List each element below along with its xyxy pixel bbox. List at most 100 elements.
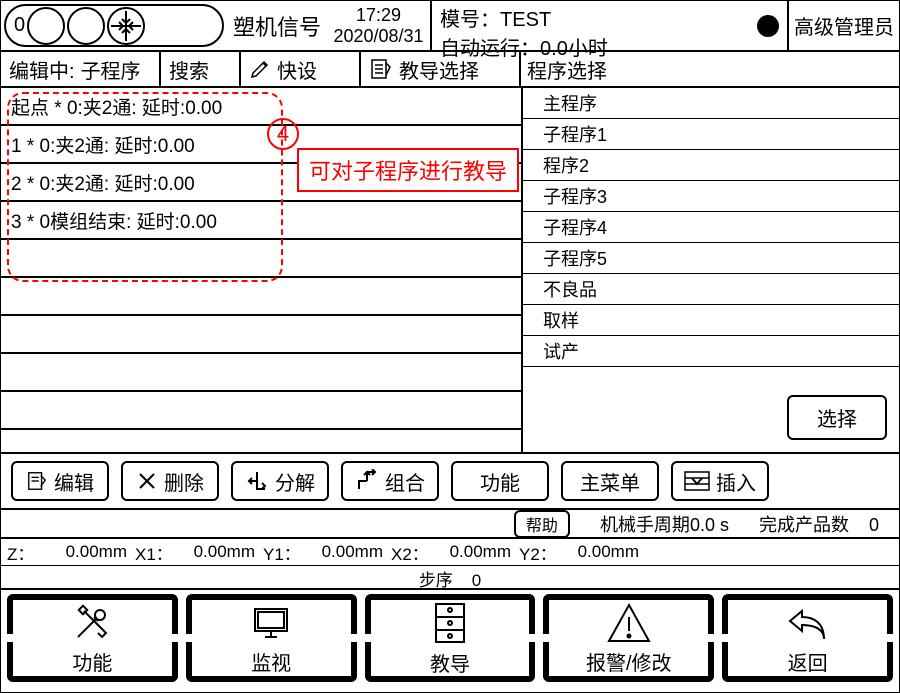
mode-value: TEST	[500, 9, 551, 31]
select-button[interactable]: 选择	[787, 395, 887, 440]
quickset-label: 快设	[277, 55, 317, 84]
main-menu-button[interactable]: 主菜单	[561, 461, 659, 501]
nav-monitor[interactable]: 监视	[186, 594, 357, 682]
edit-icon	[26, 470, 48, 492]
role-label: 高级管理员	[787, 1, 899, 50]
z-label: Z：	[7, 540, 41, 565]
nav-back[interactable]: 返回	[722, 594, 893, 682]
insert-icon	[684, 471, 710, 491]
decompose-button[interactable]: 分解	[231, 461, 329, 501]
search-button[interactable]: 搜索	[161, 52, 241, 86]
y2-label: Y2：	[519, 540, 553, 565]
nav-teach[interactable]: 教导	[365, 594, 536, 682]
side-item[interactable]: 子程序5	[523, 243, 899, 274]
x1-value: 0.00mm	[169, 542, 263, 562]
program-list: 起点 * 0:夹2通: 延时:0.00 1 * 0:夹2通: 延时:0.00 2…	[1, 88, 521, 452]
header-bar: 0 塑机信号 17:29 2020/08/31 模号：TEST 自动运行：0.0…	[1, 1, 899, 52]
x2-label: X2：	[391, 540, 425, 565]
side-item[interactable]: 主程序	[523, 88, 899, 119]
combine-icon	[355, 469, 379, 493]
step-value: 0	[472, 571, 481, 590]
nav-monitor-label: 监视	[251, 647, 291, 676]
status-widget: 0	[4, 4, 224, 47]
side-title: 程序选择	[521, 52, 899, 86]
date: 2020/08/31	[327, 26, 430, 47]
program-row[interactable]: 起点 * 0:夹2通: 延时:0.00	[1, 88, 521, 126]
action-button-row: 编辑 删除 分解 组合 功能 主菜单 插入	[1, 452, 899, 510]
decompose-icon	[245, 469, 269, 493]
nav-alarm[interactable]: 报警/修改	[543, 594, 714, 682]
side-item[interactable]: 程序2	[523, 150, 899, 181]
done-label: 完成产品数	[759, 515, 849, 535]
info-row: 帮助 机械手周期0.0 s 完成产品数 0	[1, 510, 899, 538]
program-row[interactable]	[1, 392, 521, 430]
y2-value: 0.00mm	[553, 542, 647, 562]
help-button[interactable]: 帮助	[514, 510, 570, 538]
nav-alarm-label: 报警/修改	[586, 647, 672, 676]
done-value: 0	[869, 515, 879, 535]
cycle-value: 0.0 s	[690, 515, 729, 535]
decompose-label: 分解	[275, 467, 315, 496]
side-item[interactable]: 不良品	[523, 274, 899, 305]
cabinet-icon	[430, 600, 470, 646]
y1-label: Y1：	[263, 540, 297, 565]
edit-button[interactable]: 编辑	[11, 461, 109, 501]
annotation-callout: 可对子程序进行教导	[297, 148, 519, 192]
clock: 17:29 2020/08/31	[327, 1, 432, 50]
cycle-label: 机械手周期	[600, 515, 690, 535]
x2-value: 0.00mm	[425, 542, 519, 562]
program-row[interactable]: 3 * 0模组结束: 延时:0.00	[1, 202, 521, 240]
bottom-nav: 功能 监视 教导 报警/修改 返回	[1, 590, 899, 686]
insert-label: 插入	[716, 467, 756, 496]
delete-icon	[136, 470, 158, 492]
program-row[interactable]	[1, 240, 521, 278]
program-select-panel: 主程序 子程序1 程序2 子程序3 子程序4 子程序5 不良品 取样 试产 选择	[521, 88, 899, 452]
pencil-icon	[249, 58, 271, 80]
side-item[interactable]: 子程序1	[523, 119, 899, 150]
y1-value: 0.00mm	[297, 542, 391, 562]
side-item[interactable]: 子程序3	[523, 181, 899, 212]
program-row[interactable]	[1, 354, 521, 392]
edit-label: 编辑	[54, 467, 94, 496]
side-item[interactable]: 子程序4	[523, 212, 899, 243]
combine-button[interactable]: 组合	[341, 461, 439, 501]
program-row[interactable]	[1, 316, 521, 354]
status-arrows-icon	[107, 7, 145, 45]
status-circle-1	[27, 7, 65, 45]
signal-label: 塑机信号	[227, 1, 327, 50]
teach-select-button[interactable]: 教导选择	[361, 52, 521, 86]
warning-icon	[605, 600, 653, 645]
editing-cell[interactable]: 编辑中:子程序	[1, 52, 161, 86]
status-circle-2	[67, 7, 105, 45]
nav-teach-label: 教导	[430, 648, 470, 677]
nav-function[interactable]: 功能	[7, 594, 178, 682]
mode-info: 模号：TEST 自动运行：0.0小时	[432, 1, 749, 50]
insert-button[interactable]: 插入	[671, 461, 769, 501]
combine-label: 组合	[385, 467, 425, 496]
toolbar: 编辑中:子程序 搜索 快设 教导选择 程序选择	[1, 52, 899, 88]
teach-select-label: 教导选择	[399, 55, 479, 84]
time: 17:29	[327, 5, 430, 26]
coords-row: Z：0.00mm X1：0.00mm Y1：0.00mm X2：0.00mm Y…	[1, 538, 899, 566]
side-item[interactable]: 取样	[523, 305, 899, 336]
annotation-number: 4	[267, 118, 299, 150]
record-indicator	[749, 1, 787, 50]
side-item[interactable]: 试产	[523, 336, 899, 367]
step-label: 步序	[419, 571, 453, 590]
back-arrow-icon	[784, 600, 832, 645]
nav-back-label: 返回	[788, 647, 828, 676]
delete-button[interactable]: 删除	[121, 461, 219, 501]
status-number: 0	[14, 14, 25, 37]
tools-icon	[70, 600, 114, 645]
nav-function-label: 功能	[72, 647, 112, 676]
x1-label: X1：	[135, 540, 169, 565]
editing-value: 子程序	[81, 55, 141, 84]
mode-label: 模号：	[440, 9, 500, 31]
program-row[interactable]	[1, 278, 521, 316]
quickset-button[interactable]: 快设	[241, 52, 361, 86]
monitor-icon	[249, 600, 293, 645]
function-button[interactable]: 功能	[451, 461, 549, 501]
z-value: 0.00mm	[41, 542, 135, 562]
editing-label: 编辑中:	[9, 55, 75, 84]
delete-label: 删除	[164, 467, 204, 496]
